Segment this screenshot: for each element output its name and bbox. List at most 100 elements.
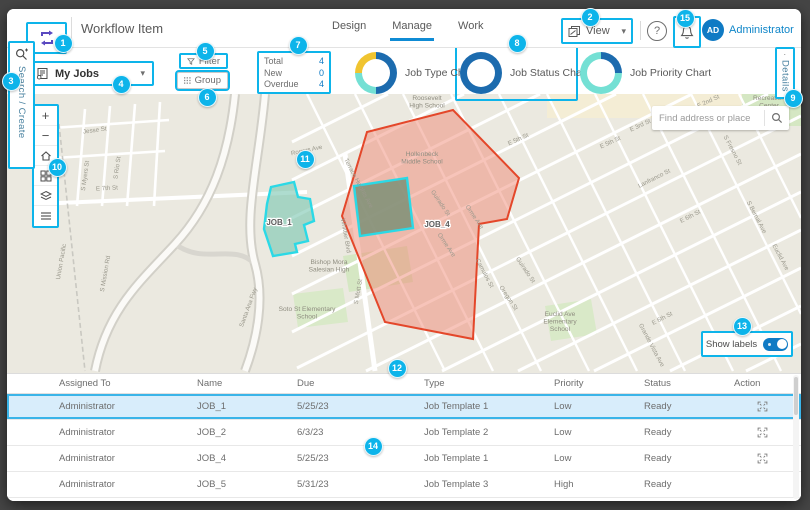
column-header-assigned-to[interactable]: Assigned To	[7, 378, 197, 389]
basemap-button[interactable]	[34, 166, 57, 186]
avatar[interactable]: AD	[702, 19, 724, 41]
cell-due: 5/25/23	[297, 453, 424, 464]
cell-type: Job Template 2	[424, 427, 554, 438]
table-row-JOB_2[interactable]: AdministratorJOB_26/3/23Job Template 2Lo…	[7, 420, 801, 446]
map-label: E 7th St	[96, 184, 119, 192]
row-action-button[interactable]	[734, 401, 790, 412]
tab-work[interactable]: Work	[458, 20, 483, 41]
cell-assigned: Administrator	[7, 453, 197, 464]
table-row-JOB_4[interactable]: AdministratorJOB_45/25/23Job Template 1L…	[7, 446, 801, 472]
column-header-status[interactable]: Status	[644, 378, 734, 389]
tab-design[interactable]: Design	[332, 20, 366, 41]
sidebar-tab-search-create[interactable]: Search / Create	[8, 41, 35, 169]
cell-name: JOB_4	[197, 453, 297, 464]
row-action-button[interactable]	[734, 427, 790, 438]
toggle-on-dot	[768, 343, 771, 346]
home-extent-button[interactable]	[34, 146, 57, 166]
my-jobs-icon	[36, 67, 49, 80]
stat-new: New 0	[264, 68, 324, 78]
row-action-button[interactable]	[734, 453, 790, 464]
group-label: Group	[195, 75, 221, 86]
group-button[interactable]: Group	[177, 72, 228, 89]
table-scrollbar-thumb[interactable]	[794, 377, 798, 415]
column-header-type[interactable]: Type	[424, 378, 554, 389]
filter-icon	[187, 57, 195, 66]
job-label: JOB_1	[266, 218, 292, 227]
cell-priority: Low	[554, 401, 644, 412]
stat-value: 4	[319, 56, 324, 66]
stat-overdue: Overdue 4	[264, 79, 324, 89]
tab-manage[interactable]: Manage	[392, 20, 432, 41]
cell-type: Job Template 1	[424, 401, 554, 412]
view-dropdown[interactable]: View ▾	[561, 18, 633, 44]
stat-label: Overdue	[264, 79, 299, 89]
job-priority-chart[interactable]: Job Priority Chart	[580, 52, 711, 94]
cell-status: Ready	[644, 401, 734, 412]
legend-button[interactable]	[34, 206, 57, 226]
map-search-button[interactable]	[765, 112, 789, 124]
cell-due: 5/31/23	[297, 479, 424, 490]
show-labels-control: Show labels	[701, 331, 793, 357]
cell-priority: Low	[554, 427, 644, 438]
home-icon	[40, 150, 52, 162]
column-header-action[interactable]: Action	[734, 378, 801, 389]
search-icon	[771, 112, 783, 124]
legend-list-icon	[40, 210, 52, 222]
table-row-JOB_1[interactable]: AdministratorJOB_15/25/23Job Template 1L…	[7, 394, 801, 420]
stat-label: New	[264, 68, 282, 78]
map-toolbar: + −	[32, 104, 59, 228]
cell-status: Ready	[644, 427, 734, 438]
cell-assigned: Administrator	[7, 479, 197, 490]
job-status-donut	[460, 52, 502, 94]
cell-priority: High	[554, 479, 644, 490]
map-search-input[interactable]	[652, 113, 764, 124]
map-label: HollenbeckMiddle School	[401, 151, 443, 166]
search-create-icon	[15, 48, 28, 61]
help-button[interactable]: ?	[647, 21, 667, 41]
notifications-button[interactable]	[673, 16, 701, 48]
main-nav: Design Manage Work	[332, 20, 483, 41]
job-status-chart-label: Job Status Chart	[510, 67, 588, 79]
sidebar-tab-details[interactable]: Details	[775, 47, 795, 99]
map-label: E 6th St	[679, 208, 702, 224]
map-canvas[interactable]: Jesse StS Myers StS Rio StE 7th StUnion …	[7, 94, 801, 373]
column-header-due[interactable]: Due	[297, 378, 424, 389]
zoom-to-icon	[757, 453, 768, 464]
map-label: E 5th St	[599, 135, 622, 151]
chevron-down-icon: ▾	[621, 26, 626, 37]
column-header-priority[interactable]: Priority	[554, 378, 644, 389]
user-name[interactable]: Administrator	[729, 24, 794, 36]
zoom-out-button[interactable]: −	[34, 126, 57, 146]
cell-due: 5/25/23	[297, 401, 424, 412]
stat-value: 4	[319, 79, 324, 89]
job-priority-chart-label: Job Priority Chart	[630, 67, 711, 79]
layers-button[interactable]	[34, 186, 57, 206]
map-label: RooseveltHigh School	[409, 95, 445, 110]
view-label: View	[586, 25, 616, 37]
details-icon	[779, 54, 791, 55]
job-status-chart[interactable]: Job Status Chart	[460, 52, 588, 94]
zoom-in-button[interactable]: +	[34, 106, 57, 126]
view-layers-icon	[568, 25, 581, 38]
stat-total: Total 4	[264, 56, 324, 66]
cell-assigned: Administrator	[7, 427, 197, 438]
job-stats-panel: Total 4 New 0 Overdue 4	[257, 51, 331, 94]
filter-button[interactable]: Filter	[179, 53, 228, 69]
cell-type: Job Template 1	[424, 453, 554, 464]
column-header-name[interactable]: Name	[197, 378, 297, 389]
table-header: Assigned To Name Due Type Priority Statu…	[7, 374, 801, 394]
header-divider	[640, 21, 641, 40]
cell-name: JOB_1	[197, 401, 297, 412]
table-row-JOB_5[interactable]: AdministratorJOB_55/31/23Job Template 3H…	[7, 472, 801, 498]
group-grid-icon	[184, 76, 191, 85]
job-priority-donut	[580, 52, 622, 94]
show-labels-toggle[interactable]	[763, 338, 788, 351]
table-body: AdministratorJOB_15/25/23Job Template 1L…	[7, 394, 801, 498]
page-title: Workflow Item	[81, 21, 163, 36]
job-type-chart[interactable]: Job Type Chart	[355, 52, 476, 94]
map-search-box	[652, 106, 789, 130]
cell-assigned: Administrator	[7, 401, 197, 412]
dashboard-bar: My Jobs ▾ Filter Group Total 4 New	[7, 47, 801, 94]
cell-type: Job Template 3	[424, 479, 554, 490]
jobs-dropdown[interactable]: My Jobs ▾	[27, 61, 154, 86]
